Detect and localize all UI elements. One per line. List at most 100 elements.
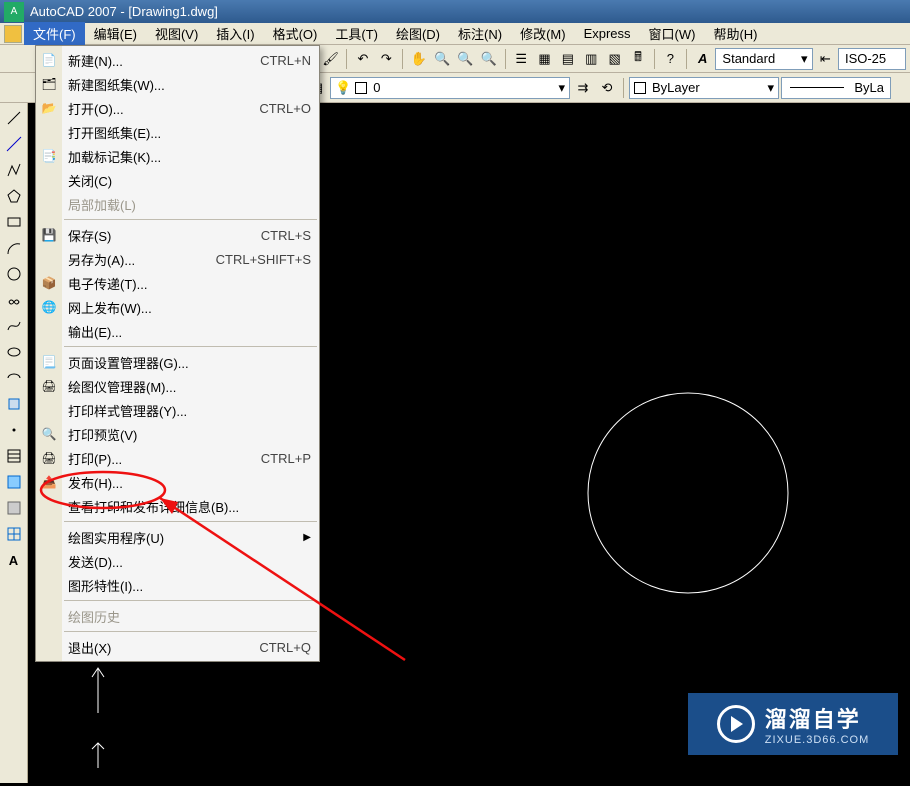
file-menu-item[interactable]: 🖨打印(P)...CTRL+P [62, 446, 319, 470]
matchprop-icon[interactable]: 🖌 [320, 48, 341, 70]
circle-icon[interactable] [3, 263, 25, 285]
publish-icon: 📤 [36, 470, 62, 494]
layer-value: 0 [371, 80, 382, 95]
file-menu-item[interactable]: 📑加载标记集(K)... [62, 144, 319, 168]
textstyle-combo[interactable]: Standard ▾ [715, 48, 812, 70]
menu-format[interactable]: 格式(O) [264, 22, 327, 45]
menu-dimension[interactable]: 标注(N) [449, 22, 511, 45]
layer-states-icon[interactable]: ⇉ [572, 77, 594, 99]
file-menu-item[interactable]: 另存为(A)...CTRL+SHIFT+S [62, 247, 319, 271]
line-icon[interactable] [3, 107, 25, 129]
file-menu-item: 局部加载(L) [62, 192, 319, 216]
menu-item-label: 图形特性(I)... [62, 576, 143, 595]
file-menu-item[interactable]: 📦电子传递(T)... [62, 271, 319, 295]
file-menu-item[interactable]: 📃页面设置管理器(G)... [62, 350, 319, 374]
file-menu-item[interactable]: 关闭(C) [62, 168, 319, 192]
file-menu-item[interactable]: 🗂新建图纸集(W)... [62, 72, 319, 96]
hatch-icon[interactable] [3, 445, 25, 467]
menu-draw[interactable]: 绘图(D) [387, 22, 449, 45]
undo-icon[interactable]: ↶ [352, 48, 373, 70]
polygon-icon[interactable] [3, 185, 25, 207]
file-menu-item[interactable]: 🌐网上发布(W)... [62, 295, 319, 319]
menu-tools[interactable]: 工具(T) [326, 22, 387, 45]
arc-icon[interactable] [3, 237, 25, 259]
table-icon[interactable] [3, 523, 25, 545]
menu-item-label: 打开(O)... [62, 99, 124, 118]
file-menu-item[interactable]: 输出(E)... [62, 319, 319, 343]
file-menu-item[interactable]: 发送(D)... [62, 549, 319, 573]
file-menu-item[interactable]: 绘图实用程序(U)▶ [62, 525, 319, 549]
polyline-icon[interactable] [3, 159, 25, 181]
textstyle-icon[interactable]: A [692, 48, 713, 70]
zoom-realtime-icon[interactable]: 🔍 [431, 48, 452, 70]
color-swatch [634, 82, 646, 94]
menu-edit[interactable]: 编辑(E) [85, 22, 146, 45]
menu-view[interactable]: 视图(V) [146, 22, 207, 45]
menu-modify[interactable]: 修改(M) [511, 22, 575, 45]
printpreview-icon: 🔍 [36, 422, 62, 446]
blank-icon [36, 120, 62, 144]
mtext-icon[interactable]: A [3, 549, 25, 571]
pagesetup-icon: 📃 [36, 350, 62, 374]
watermark-title: 溜溜自学 [765, 702, 861, 734]
file-menu-item[interactable]: 📄新建(N)...CTRL+N [62, 48, 319, 72]
dimstyle-icon[interactable]: ⇤ [815, 48, 836, 70]
doc-name: [Drawing1.dwg] [128, 4, 218, 19]
blank-icon [36, 549, 62, 573]
menu-item-label: 绘图历史 [62, 607, 120, 626]
file-menu-item[interactable]: 查看打印和发布详细信息(B)... [62, 494, 319, 518]
zoom-window-icon[interactable]: 🔍 [455, 48, 476, 70]
dimstyle-combo[interactable]: ISO-25 [838, 48, 906, 70]
color-combo[interactable]: ByLayer ▾ [629, 77, 779, 99]
insertblock-icon[interactable] [3, 393, 25, 415]
gradient-icon[interactable] [3, 471, 25, 493]
properties-icon[interactable]: ☰ [510, 48, 531, 70]
menu-item-label: 查看打印和发布详细信息(B)... [62, 497, 239, 516]
menu-separator [64, 600, 317, 601]
help-icon[interactable]: ? [660, 48, 681, 70]
menu-separator [64, 219, 317, 220]
quickcalc-icon[interactable]: 🖩 [627, 48, 648, 70]
markup-icon[interactable]: ▧ [604, 48, 625, 70]
revcloud-icon[interactable] [3, 289, 25, 311]
menu-help[interactable]: 帮助(H) [704, 22, 766, 45]
spline-icon[interactable] [3, 315, 25, 337]
file-menu-item[interactable]: 🖨绘图仪管理器(M)... [62, 374, 319, 398]
ellipsearc-icon[interactable] [3, 367, 25, 389]
toolpalette-icon[interactable]: ▤ [557, 48, 578, 70]
linetype-value: ByLa [852, 80, 886, 95]
layer-combo[interactable]: 💡 0 ▾ [330, 77, 570, 99]
blank-icon [36, 494, 62, 518]
pan-icon[interactable]: ✋ [408, 48, 429, 70]
designcenter-icon[interactable]: ▦ [534, 48, 555, 70]
menu-item-label: 电子传递(T)... [62, 274, 147, 293]
file-menu-item[interactable]: 💾保存(S)CTRL+S [62, 223, 319, 247]
redo-icon[interactable]: ↷ [376, 48, 397, 70]
linetype-combo[interactable]: ByLa [781, 77, 891, 99]
region-icon[interactable] [3, 497, 25, 519]
color-value: ByLayer [650, 80, 702, 95]
menu-window[interactable]: 窗口(W) [640, 22, 705, 45]
menu-item-label: 打印样式管理器(Y)... [62, 401, 187, 420]
layer-prev-icon[interactable]: ⟲ [596, 77, 618, 99]
file-menu-item[interactable]: 🔍打印预览(V) [62, 422, 319, 446]
menu-item-label: 局部加载(L) [62, 195, 136, 214]
zoom-prev-icon[interactable]: 🔍 [478, 48, 499, 70]
file-menu-item[interactable]: 退出(X)CTRL+Q [62, 635, 319, 659]
file-menu-item[interactable]: 打印样式管理器(Y)... [62, 398, 319, 422]
rectangle-icon[interactable] [3, 211, 25, 233]
file-menu-item[interactable]: 图形特性(I)... [62, 573, 319, 597]
menu-bar: 文件(F) 编辑(E) 视图(V) 插入(I) 格式(O) 工具(T) 绘图(D… [0, 23, 910, 45]
point-icon[interactable] [3, 419, 25, 441]
file-menu-item[interactable]: 📂打开(O)...CTRL+O [62, 96, 319, 120]
layer-color-swatch [355, 82, 367, 94]
menu-express[interactable]: Express [575, 24, 640, 43]
xline-icon[interactable] [3, 133, 25, 155]
ellipse-icon[interactable] [3, 341, 25, 363]
menu-file[interactable]: 文件(F) [24, 22, 85, 45]
file-menu-item[interactable]: 打开图纸集(E)... [62, 120, 319, 144]
menu-item-shortcut: CTRL+Q [259, 640, 311, 655]
menu-insert[interactable]: 插入(I) [207, 22, 263, 45]
sheetset-icon[interactable]: ▥ [581, 48, 602, 70]
file-menu-item[interactable]: 📤发布(H)... [62, 470, 319, 494]
